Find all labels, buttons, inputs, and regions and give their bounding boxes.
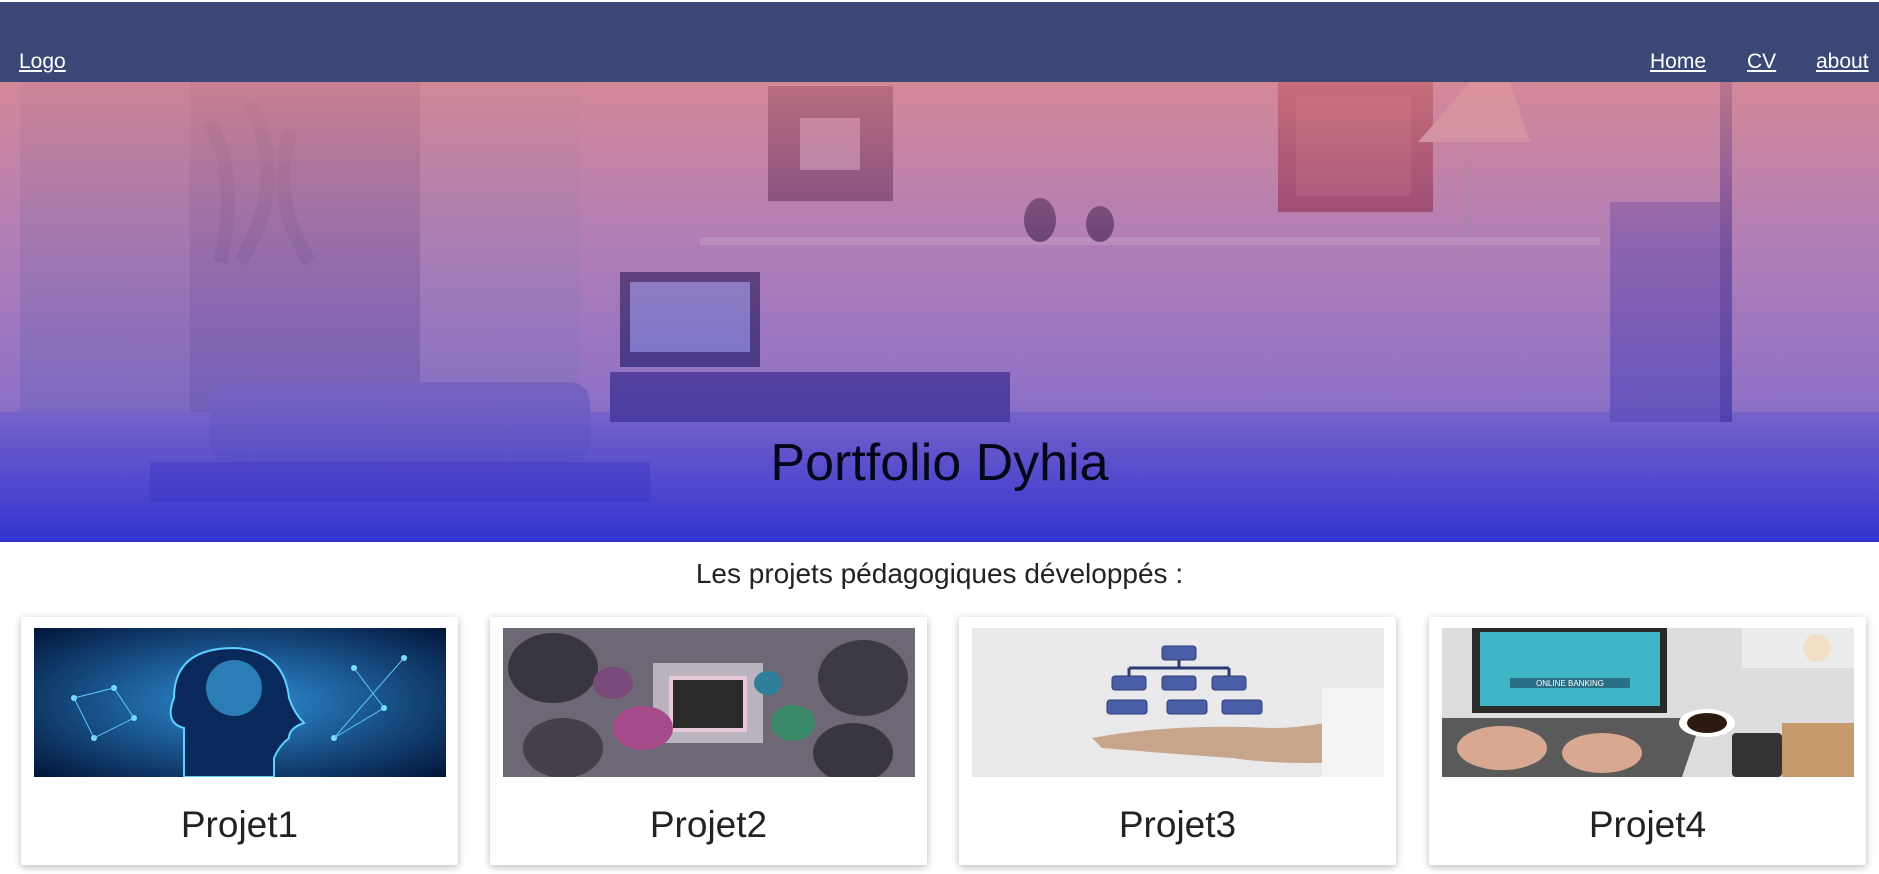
project-card-title[interactable]: Projet4: [1429, 803, 1866, 847]
top-navbar: Logo Home CV about: [0, 2, 1879, 82]
abstract-3d-room-image: [503, 628, 915, 777]
project-card-3[interactable]: Projet3: [959, 617, 1396, 865]
hierarchy-chart-hand-image: [972, 628, 1384, 777]
nav-link-home[interactable]: Home: [1650, 49, 1706, 75]
hero-banner: Portfolio Dyhia: [0, 82, 1879, 542]
online-banking-laptop-image: ONLINE BANKING: [1442, 628, 1854, 777]
hero-title: Portfolio Dyhia: [770, 434, 1109, 492]
project-card-2[interactable]: Projet2: [490, 617, 927, 865]
project-card-1[interactable]: Projet1: [21, 617, 458, 865]
projects-section-title: Les projets pédagogiques développés :: [695, 558, 1184, 589]
project-card-title[interactable]: Projet2: [490, 803, 927, 847]
ai-brain-network-image: [34, 628, 446, 777]
project-card-title[interactable]: Projet3: [959, 803, 1396, 847]
project-card-4[interactable]: ONLINE BANKING Projet4: [1429, 617, 1866, 865]
project-card-title[interactable]: Projet1: [21, 803, 458, 847]
nav-link-about[interactable]: about: [1816, 49, 1869, 75]
logo-link[interactable]: Logo: [19, 49, 66, 75]
svg-text:ONLINE BANKING: ONLINE BANKING: [1536, 679, 1604, 688]
nav-link-cv[interactable]: CV: [1747, 49, 1776, 75]
